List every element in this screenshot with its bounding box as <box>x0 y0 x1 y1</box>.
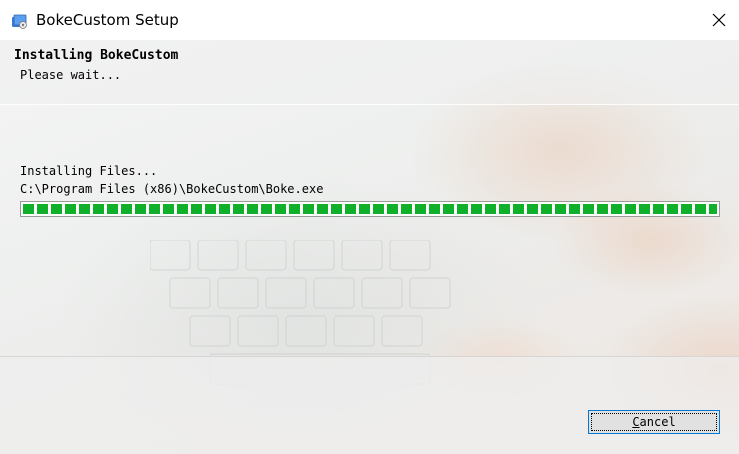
cancel-mnemonic: C <box>632 415 640 429</box>
cancel-label-rest: ancel <box>639 415 676 429</box>
close-icon <box>712 13 726 27</box>
header-subtitle: Please wait... <box>20 68 122 82</box>
cancel-button[interactable]: Cancel <box>588 410 720 434</box>
current-file-path: C:\Program Files (x86)\BokeCustom\Boke.e… <box>20 182 324 196</box>
window-title: BokeCustom Setup <box>36 11 179 29</box>
title-bar: BokeCustom Setup <box>0 0 739 40</box>
header-title: Installing BokeCustom <box>14 48 179 63</box>
footer-bar <box>0 356 739 454</box>
close-button[interactable] <box>705 6 733 34</box>
setup-installer-icon <box>12 14 27 29</box>
progress-fill <box>23 204 717 214</box>
setup-window: BokeCustom Setup Installing BokeCustom P… <box>0 0 739 454</box>
status-label: Installing Files... <box>20 164 158 178</box>
installer-body: Installing BokeCustom Please wait... Ins… <box>0 40 739 454</box>
progress-bar <box>20 201 720 217</box>
header-band: Installing BokeCustom Please wait... <box>0 40 739 105</box>
